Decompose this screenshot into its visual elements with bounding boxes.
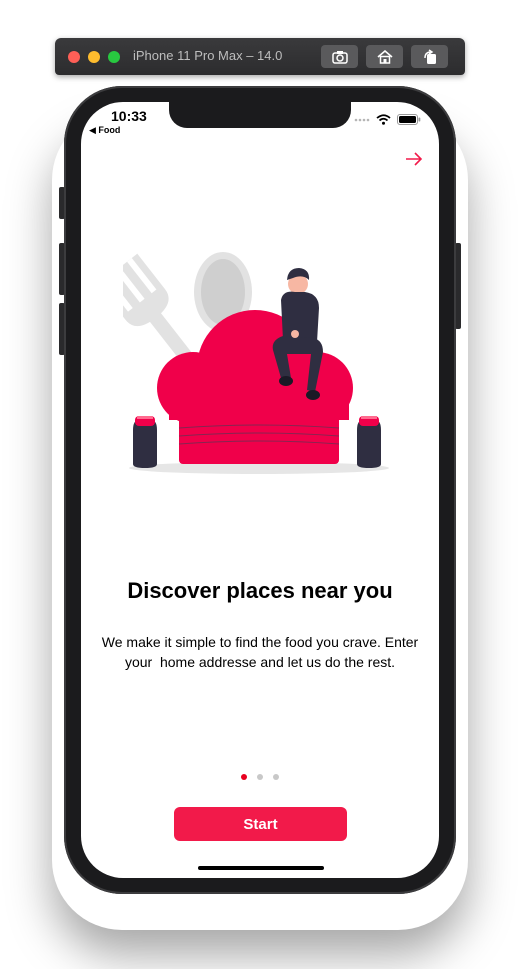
- screenshot-icon: [331, 50, 348, 64]
- back-to-app-link[interactable]: ◀ Food: [89, 125, 120, 136]
- page-indicator[interactable]: [81, 774, 439, 780]
- notch: [169, 102, 351, 128]
- onboarding-title: Discover places near you: [127, 578, 393, 603]
- next-page-button[interactable]: [403, 150, 425, 168]
- onboarding-description: We make it simple to find the food you c…: [101, 634, 423, 670]
- signal-icon: [354, 118, 370, 121]
- battery-icon: [397, 114, 421, 125]
- chef-hat-illustration: [123, 252, 389, 474]
- home-icon: [376, 49, 393, 64]
- simulator-title: iPhone 11 Pro Max – 14.0: [133, 48, 283, 63]
- arrow-right-icon: [406, 152, 423, 166]
- rotate-button[interactable]: [411, 45, 448, 68]
- page-dot-2[interactable]: [257, 774, 263, 780]
- phone-screen: 10:33 ◀ Food Discover places near you We…: [81, 102, 439, 878]
- minimize-window-button[interactable]: [88, 51, 100, 63]
- salt-shaker-right: [357, 416, 381, 468]
- status-time: 10:33: [111, 108, 147, 124]
- home-indicator[interactable]: [198, 866, 324, 870]
- wifi-icon: [376, 114, 391, 125]
- page-dot-3[interactable]: [273, 774, 279, 780]
- page-dot-1[interactable]: [241, 774, 247, 780]
- screenshot-button[interactable]: [321, 45, 358, 68]
- simulator-title-bar: iPhone 11 Pro Max – 14.0: [55, 38, 465, 75]
- chef-hat: [157, 310, 353, 464]
- status-icons: [354, 114, 421, 125]
- home-button[interactable]: [366, 45, 403, 68]
- zoom-window-button[interactable]: [108, 51, 120, 63]
- salt-shaker-left: [133, 416, 157, 468]
- close-window-button[interactable]: [68, 51, 80, 63]
- rotate-icon: [423, 48, 436, 64]
- start-button[interactable]: Start: [174, 807, 347, 841]
